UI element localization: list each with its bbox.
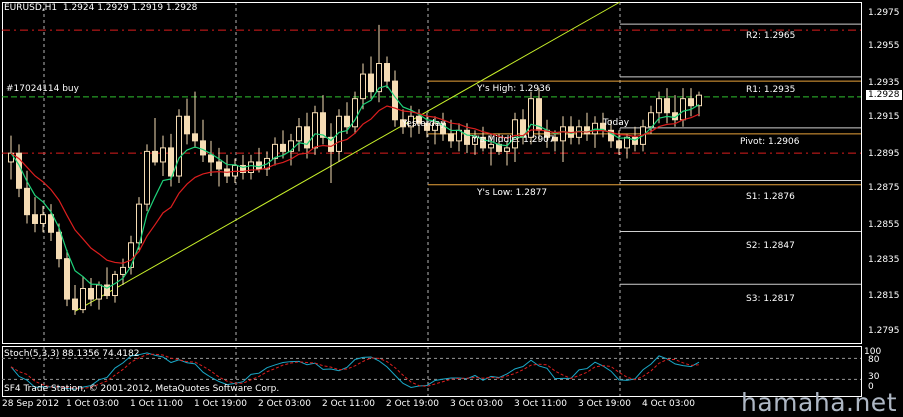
- pivot-label-s2: S2: 1.2847: [746, 241, 795, 251]
- candle-body: [184, 115, 190, 135]
- candle-body: [632, 136, 638, 145]
- candle-body: [128, 242, 134, 268]
- candle-body: [72, 298, 78, 311]
- x-tick-label: 3 Oct 03:00: [450, 399, 503, 409]
- candle-body: [584, 126, 590, 135]
- candle-body: [344, 115, 350, 128]
- candle-body: [32, 214, 38, 224]
- candle-body: [176, 115, 182, 177]
- pivot-label-pivot: Pivot: 1.2906: [740, 137, 800, 147]
- y-tick-label: 1.2895: [868, 149, 900, 159]
- x-tick-label: 4 Oct 03:00: [642, 399, 695, 409]
- x-tick-label: 2 Oct 03:00: [258, 399, 311, 409]
- candle-body: [280, 143, 286, 152]
- x-tick-label: 3 Oct 11:00: [514, 399, 567, 409]
- candle-body: [464, 129, 470, 145]
- x-tick-label: 28 Sep 2012: [2, 399, 60, 409]
- range-label-yesterday: Yesterday: [402, 119, 446, 129]
- candle-body: [656, 98, 662, 114]
- candle-body: [56, 231, 62, 260]
- pivot-label-r2: R2: 1.2965: [746, 31, 796, 41]
- candle-body: [208, 154, 214, 163]
- candle-body: [40, 214, 46, 224]
- pivot-label-r1: R1: 1.2935: [746, 85, 796, 95]
- x-tick-label: 1 Oct 11:00: [130, 399, 183, 409]
- ohlc-label: 1.2924 1.2929 1.2919 1.2928: [62, 3, 198, 13]
- copyright-label: SF4 Trade Station, © 2001-2012, MetaQuot…: [4, 384, 280, 394]
- candle-body: [248, 161, 254, 174]
- x-tick-label: 3 Oct 19:00: [578, 399, 631, 409]
- candle-body: [48, 214, 54, 233]
- candle-body: [168, 147, 174, 177]
- candle-body: [256, 161, 262, 170]
- candle-body: [360, 73, 366, 100]
- candle-body: [296, 126, 302, 142]
- candle-body: [688, 98, 694, 107]
- range-label-high: Y's High: 1.2936: [477, 84, 551, 94]
- range-label-middle: Y's Middle: 1.2907: [472, 135, 555, 145]
- candle-body: [160, 147, 166, 163]
- y-tick-label: 1.2875: [868, 183, 900, 193]
- candle-body: [560, 126, 566, 142]
- candle-body: [384, 63, 390, 82]
- candle-body: [64, 258, 70, 300]
- candle-body: [192, 133, 198, 142]
- y-tick-label: 1.2815: [868, 291, 900, 301]
- order-label[interactable]: #17024114 buy: [6, 84, 79, 94]
- x-tick-label: 1 Oct 19:00: [194, 399, 247, 409]
- candle-body: [392, 80, 398, 121]
- candle-body: [80, 288, 86, 311]
- current-price-tag: 1.2928: [866, 90, 902, 100]
- candle-body: [152, 150, 158, 163]
- candle-body: [616, 140, 622, 149]
- y-tick-label: 1.2835: [868, 255, 900, 265]
- pivot-label-s1: S1: 1.2876: [746, 192, 795, 202]
- candle-body: [312, 112, 318, 149]
- y-tick-label: 1.2915: [868, 112, 900, 122]
- range-label-today: Today: [603, 118, 630, 128]
- candle-body: [664, 98, 670, 114]
- candle-body: [200, 140, 206, 156]
- y-tick-label: 1.2955: [868, 41, 900, 51]
- candle-body: [648, 112, 654, 128]
- y-tick-label: 1.2855: [868, 220, 900, 230]
- candle-body: [216, 161, 222, 170]
- y-tick-label: 1.2935: [868, 78, 900, 88]
- candle-body: [696, 94, 702, 107]
- watermark-logo: hamaha.net: [741, 388, 897, 417]
- candle-body: [368, 73, 374, 93]
- chart-header: EURUSD,H1 1.2924 1.2929 1.2919 1.2928: [4, 3, 197, 13]
- symbol-label: EURUSD,H1: [4, 3, 58, 13]
- pivot-label-s3: S3: 1.2817: [746, 294, 795, 304]
- candle-body: [24, 187, 30, 216]
- candle-body: [120, 266, 126, 275]
- price-panel-frame: [2, 2, 862, 344]
- x-tick-label: 1 Oct 03:00: [66, 399, 119, 409]
- candle-body: [88, 288, 94, 300]
- candle-body: [504, 147, 510, 152]
- candle-body: [448, 133, 454, 142]
- range-label-low: Y's Low: 1.2877: [477, 188, 548, 198]
- stoch-level-label: 80: [868, 355, 880, 365]
- candle-body: [144, 150, 150, 205]
- candle-body: [96, 284, 102, 300]
- y-tick-label: 1.2795: [868, 326, 900, 336]
- candle-body: [320, 112, 326, 138]
- stoch-level-label: 30: [868, 372, 880, 382]
- x-tick-label: 2 Oct 11:00: [322, 399, 375, 409]
- x-tick-label: 2 Oct 19:00: [386, 399, 439, 409]
- y-tick-label: 1.2975: [868, 8, 900, 18]
- candle-body: [680, 98, 686, 121]
- stoch-header: Stoch(5,3,3) 88.1356 74.4182: [4, 349, 140, 359]
- candle-body: [272, 143, 278, 159]
